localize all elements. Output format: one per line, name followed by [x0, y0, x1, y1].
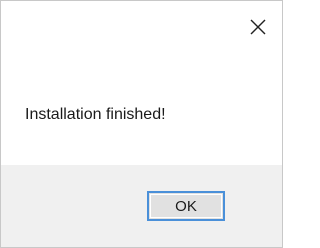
ok-button[interactable]: OK: [147, 191, 225, 221]
message-dialog: Installation finished! OK: [0, 0, 283, 248]
dialog-message: Installation finished!: [25, 106, 166, 123]
dialog-footer: OK: [1, 165, 282, 247]
close-button[interactable]: [246, 15, 270, 39]
close-icon: [248, 17, 268, 37]
